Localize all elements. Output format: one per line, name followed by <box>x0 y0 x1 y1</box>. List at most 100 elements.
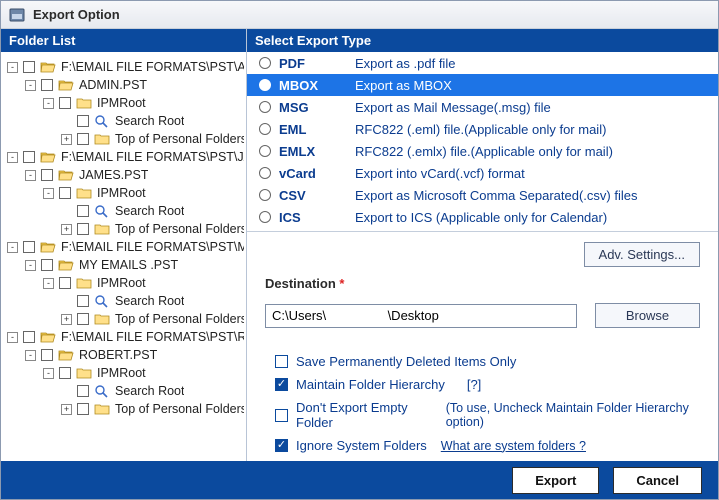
tree-checkbox[interactable] <box>77 133 89 145</box>
browse-button[interactable]: Browse <box>595 303 700 328</box>
tree-label: F:\EMAIL FILE FORMATS\PST\JAME <box>61 150 244 164</box>
tree-checkbox[interactable] <box>59 97 71 109</box>
checkbox-ignore-sys[interactable] <box>275 439 288 452</box>
tree-label: Top of Personal Folders <box>115 132 244 146</box>
radio-pdf[interactable] <box>259 57 271 69</box>
tree-checkbox[interactable] <box>41 79 53 91</box>
radio-emlx[interactable] <box>259 145 271 157</box>
expand-toggle[interactable]: + <box>61 404 72 415</box>
tree-row[interactable]: -ADMIN.PST <box>3 76 244 94</box>
export-option-csv[interactable]: CSVExport as Microsoft Comma Separated(.… <box>247 184 718 206</box>
tree-row[interactable]: +Top of Personal Folders <box>3 310 244 328</box>
tree-checkbox[interactable] <box>23 61 35 73</box>
cancel-button[interactable]: Cancel <box>613 467 702 494</box>
export-option-msg[interactable]: MSGExport as Mail Message(.msg) file <box>247 96 718 118</box>
expand-toggle[interactable]: - <box>7 332 18 343</box>
export-option-eml[interactable]: EMLRFC822 (.eml) file.(Applicable only f… <box>247 118 718 140</box>
tree-row[interactable]: -F:\EMAIL FILE FORMATS\PST\ADM <box>3 58 244 76</box>
tree-checkbox[interactable] <box>77 295 89 307</box>
tree-row[interactable]: +Top of Personal Folders <box>3 400 244 418</box>
expand-toggle[interactable]: - <box>25 260 36 271</box>
checkbox-no-empty[interactable] <box>275 409 288 422</box>
tree-checkbox[interactable] <box>23 331 35 343</box>
tree-row[interactable]: -IPMRoot <box>3 94 244 112</box>
export-option-ics[interactable]: ICSExport to ICS (Applicable only for Ca… <box>247 206 718 228</box>
opt-no-empty[interactable]: Don't Export Empty Folder (To use, Unche… <box>275 400 700 430</box>
expand-toggle[interactable]: - <box>7 152 18 163</box>
opt-ignore-sys[interactable]: Ignore System Folders What are system fo… <box>275 438 700 453</box>
tree-row[interactable]: - ROBERT.PST <box>3 346 244 364</box>
radio-ics[interactable] <box>259 211 271 223</box>
tree-row[interactable]: -MY EMAILS .PST <box>3 256 244 274</box>
tree-checkbox[interactable] <box>41 169 53 181</box>
tree-checkbox[interactable] <box>77 403 89 415</box>
tree-label: ROBERT.PST <box>79 348 157 362</box>
expand-toggle[interactable]: - <box>25 80 36 91</box>
tree-row[interactable]: Search Root <box>3 292 244 310</box>
export-option-mbox[interactable]: MBOXExport as MBOX <box>247 74 718 96</box>
tree-row[interactable]: Search Root <box>3 112 244 130</box>
tree-checkbox[interactable] <box>77 385 89 397</box>
tree-row[interactable]: + Top of Personal Folders <box>3 220 244 238</box>
tree-row[interactable]: -F:\EMAIL FILE FORMATS\PST\MY E <box>3 238 244 256</box>
expand-toggle[interactable]: - <box>43 368 54 379</box>
expand-toggle[interactable]: + <box>61 134 72 145</box>
expand-toggle[interactable]: - <box>7 62 18 73</box>
tree-row[interactable]: -IPMRoot <box>3 274 244 292</box>
tree-row[interactable]: -IPMRoot <box>3 364 244 382</box>
radio-csv[interactable] <box>259 189 271 201</box>
opt-maintain-hierarchy[interactable]: Maintain Folder Hierarchy [?] <box>275 377 700 392</box>
checkbox-save-deleted[interactable] <box>275 355 288 368</box>
destination-input[interactable] <box>265 304 577 328</box>
tree-label: Top of Personal Folders <box>115 222 244 236</box>
radio-eml[interactable] <box>259 123 271 135</box>
folder-list-panel: Folder List -F:\EMAIL FILE FORMATS\PST\A… <box>1 29 247 461</box>
checkbox-maintain-hierarchy[interactable] <box>275 378 288 391</box>
expand-toggle[interactable]: - <box>43 98 54 109</box>
radio-mbox[interactable] <box>259 79 271 91</box>
expand-toggle[interactable]: + <box>61 314 72 325</box>
folder-open-icon <box>40 60 56 74</box>
expand-toggle[interactable]: - <box>43 188 54 199</box>
tree-checkbox[interactable] <box>59 277 71 289</box>
tree-checkbox[interactable] <box>23 151 35 163</box>
tree-checkbox[interactable] <box>41 349 53 361</box>
opt-save-deleted[interactable]: Save Permanently Deleted Items Only <box>275 354 700 369</box>
export-option-vcard[interactable]: vCardExport into vCard(.vcf) format <box>247 162 718 184</box>
expand-toggle[interactable]: + <box>61 224 72 235</box>
export-code: MBOX <box>279 78 347 93</box>
export-option-emlx[interactable]: EMLXRFC822 (.emlx) file.(Applicable only… <box>247 140 718 162</box>
expand-toggle[interactable]: - <box>43 278 54 289</box>
help-maintain-hierarchy[interactable]: [?] <box>467 377 481 392</box>
tree-row[interactable]: -JAMES.PST <box>3 166 244 184</box>
tree-checkbox[interactable] <box>59 187 71 199</box>
expand-toggle[interactable]: - <box>25 350 36 361</box>
tree-row[interactable]: -F:\EMAIL FILE FORMATS\PST\ROBE <box>3 328 244 346</box>
tree-checkbox[interactable] <box>77 223 89 235</box>
tree-checkbox[interactable] <box>77 115 89 127</box>
tree-checkbox[interactable] <box>41 259 53 271</box>
tree-row[interactable]: + Top of Personal Folders <box>3 130 244 148</box>
folder-list-header: Folder List <box>1 29 246 52</box>
export-button[interactable]: Export <box>512 467 599 494</box>
tree-row[interactable]: -IPMRoot <box>3 184 244 202</box>
export-type-list[interactable]: PDFExport as .pdf fileMBOXExport as MBOX… <box>247 52 718 232</box>
main-panels: Folder List -F:\EMAIL FILE FORMATS\PST\A… <box>1 29 718 461</box>
required-asterisk: * <box>339 276 344 291</box>
expand-toggle[interactable]: - <box>25 170 36 181</box>
adv-settings-button[interactable]: Adv. Settings... <box>584 242 700 267</box>
tree-row[interactable]: Search Root <box>3 382 244 400</box>
export-option-pdf[interactable]: PDFExport as .pdf file <box>247 52 718 74</box>
tree-row[interactable]: Search Root <box>3 202 244 220</box>
folder-open-icon <box>58 168 74 182</box>
tree-checkbox[interactable] <box>77 313 89 325</box>
tree-checkbox[interactable] <box>59 367 71 379</box>
tree-row[interactable]: - F:\EMAIL FILE FORMATS\PST\JAME <box>3 148 244 166</box>
tree-checkbox[interactable] <box>77 205 89 217</box>
expand-toggle[interactable]: - <box>7 242 18 253</box>
radio-vcard[interactable] <box>259 167 271 179</box>
tree-checkbox[interactable] <box>23 241 35 253</box>
hint-ignore-sys[interactable]: What are system folders ? <box>441 439 586 453</box>
folder-tree[interactable]: -F:\EMAIL FILE FORMATS\PST\ADM-ADMIN.PST… <box>1 52 246 461</box>
radio-msg[interactable] <box>259 101 271 113</box>
